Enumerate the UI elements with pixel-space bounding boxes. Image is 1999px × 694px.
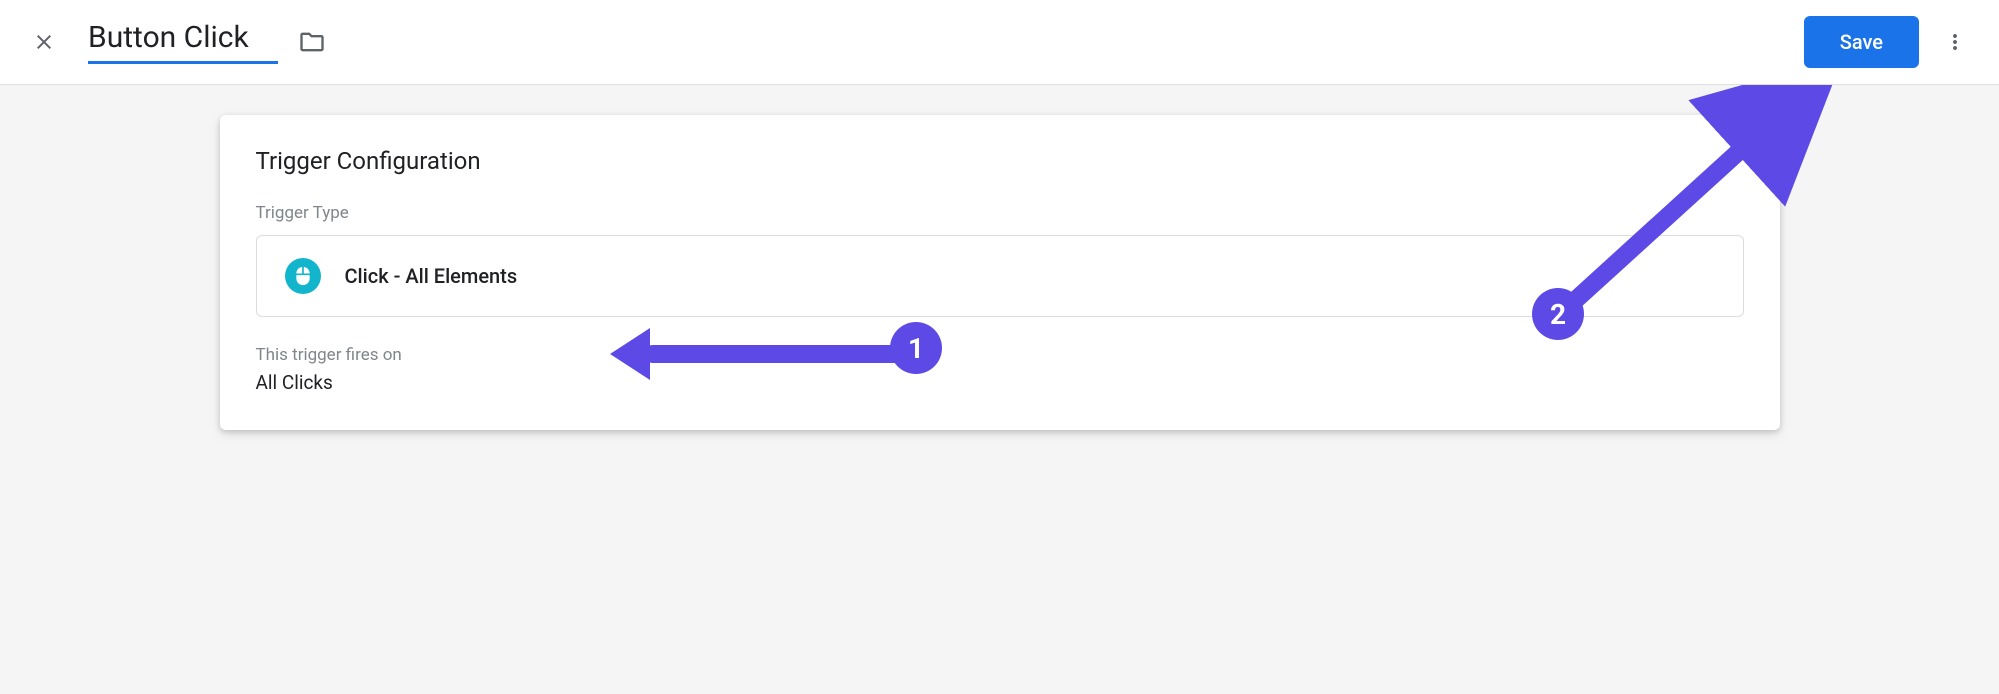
trigger-type-selector[interactable]: Click - All Elements: [256, 235, 1744, 317]
edit-button[interactable]: [1716, 143, 1752, 183]
folder-icon: [298, 28, 326, 56]
more-vert-icon: [1943, 30, 1967, 54]
folder-button[interactable]: [298, 28, 326, 56]
fires-on-label: This trigger fires on: [256, 345, 1744, 365]
close-button[interactable]: [24, 22, 64, 62]
fires-on-value: All Clicks: [256, 371, 1744, 394]
trigger-type-label: Trigger Type: [256, 203, 1744, 223]
save-button[interactable]: Save: [1804, 16, 1919, 68]
header-actions: Save: [1804, 16, 1975, 68]
click-trigger-icon: [285, 258, 321, 294]
more-menu-button[interactable]: [1935, 22, 1975, 62]
close-icon: [32, 30, 56, 54]
content-area: Trigger Configuration Trigger Type Click…: [0, 85, 1999, 694]
trigger-configuration-card: Trigger Configuration Trigger Type Click…: [220, 115, 1780, 430]
trigger-name-input[interactable]: [88, 20, 278, 64]
card-title: Trigger Configuration: [256, 147, 1744, 175]
header-bar: Save: [0, 0, 1999, 85]
pencil-icon: [1722, 149, 1746, 173]
trigger-type-value: Click - All Elements: [345, 264, 518, 288]
mouse-icon: [293, 266, 313, 286]
